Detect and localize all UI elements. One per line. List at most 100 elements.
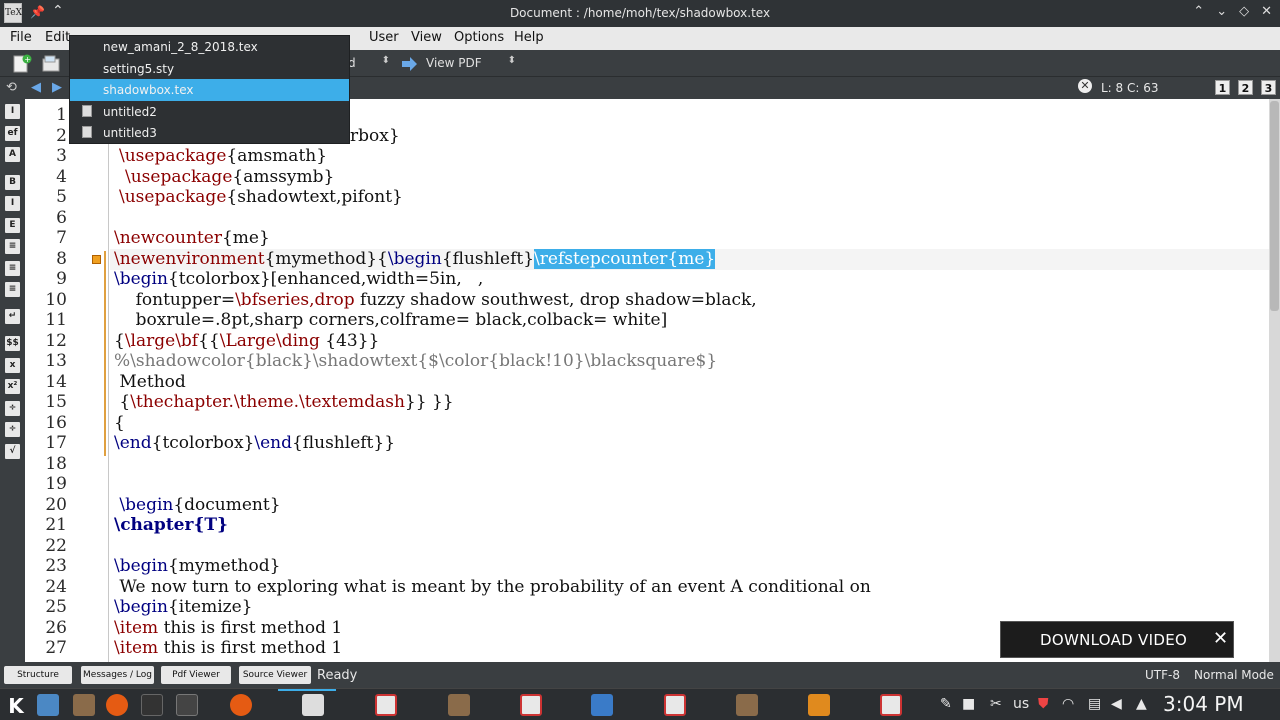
keyboard-layout[interactable]: us	[1013, 696, 1029, 712]
code-line-16: {	[114, 412, 125, 433]
font-size-icon[interactable]: A	[5, 147, 20, 162]
download-video-label[interactable]: DOWNLOAD VIDEO	[1040, 631, 1187, 649]
structure-tab[interactable]: Structure	[4, 666, 72, 684]
view-arrow-icon[interactable]	[399, 54, 419, 74]
document-icon	[82, 104, 92, 117]
map-task-icon[interactable]	[591, 694, 613, 716]
maximize-icon[interactable]: ◇	[1239, 4, 1249, 19]
terminal-icon[interactable]	[141, 694, 163, 716]
menu-help[interactable]: Help	[514, 30, 544, 45]
sqrt-icon[interactable]: √	[5, 444, 20, 459]
view-combo[interactable]: View PDF ⬍	[420, 53, 520, 74]
camera-icon[interactable]: ■	[962, 696, 975, 712]
code-line-12: {\large\bf{{\Large\ding {43}}	[114, 330, 380, 351]
notes-icon[interactable]: ✎	[940, 696, 952, 712]
pdf-task-icon[interactable]	[375, 694, 397, 716]
scrollbar-thumb[interactable]	[1270, 101, 1279, 311]
archive-task-icon[interactable]	[736, 694, 758, 716]
code-editor[interactable]: 1 2 3 4 5 6 7 8 9 10 11 12 13 14 15 16 1…	[25, 99, 1269, 662]
align-left-icon[interactable]: ≡	[5, 239, 20, 254]
ref-icon[interactable]: ef	[5, 126, 20, 141]
encoding-indicator[interactable]: UTF-8	[1145, 668, 1180, 682]
window-icon[interactable]	[176, 694, 198, 716]
back-icon[interactable]: ◀	[31, 80, 41, 95]
menu-user[interactable]: User	[369, 30, 399, 45]
bold-icon[interactable]: B	[5, 175, 20, 190]
shield-icon[interactable]: ⛊	[1038, 696, 1049, 712]
document-item-active[interactable]: shadowbox.tex	[70, 79, 349, 101]
kde-menu-icon[interactable]: K	[5, 694, 27, 718]
superscript-icon[interactable]: x²	[5, 379, 20, 394]
fraction-icon[interactable]: ÷	[5, 401, 20, 416]
line-number: 3	[56, 146, 67, 166]
pdf-task-icon[interactable]	[520, 694, 542, 716]
align-right-icon[interactable]: ≡	[5, 282, 20, 297]
source-viewer-tab[interactable]: Source Viewer	[239, 666, 311, 684]
close-overlay-icon[interactable]: ✕	[1213, 628, 1228, 649]
pane-2-button[interactable]: 2	[1238, 80, 1253, 95]
align-center-icon[interactable]: ≡	[5, 261, 20, 276]
pdf-task-icon[interactable]	[664, 694, 686, 716]
document-item[interactable]: setting5.sty	[70, 58, 349, 80]
line-number: 2	[56, 125, 67, 146]
close-document-icon[interactable]: ✕	[1078, 79, 1092, 93]
italic-icon[interactable]: I	[5, 196, 20, 211]
code-line-21: \chapter{T}	[114, 515, 228, 535]
newline-icon[interactable]: ↵	[5, 309, 20, 324]
document-item[interactable]: untitled2	[70, 101, 349, 123]
code-line-11: boxrule=.8pt,sharp corners,colframe= bla…	[114, 310, 668, 330]
bookmark-icon[interactable]: ⟲	[6, 80, 17, 95]
forward-icon[interactable]: ▶	[52, 80, 62, 95]
line-number: 6	[56, 207, 67, 228]
pane-1-button[interactable]: 1	[1215, 80, 1230, 95]
code-line-10: fontupper=\bfseries,drop fuzzy shadow so…	[114, 289, 757, 310]
new-file-icon[interactable]: +	[12, 54, 32, 74]
firefox-icon[interactable]	[106, 694, 128, 716]
volume-icon[interactable]: ◀	[1111, 696, 1122, 712]
desktop-icon[interactable]	[37, 694, 59, 716]
minimize-icon[interactable]: ⌄	[1216, 4, 1227, 19]
line-marker-icon[interactable]	[92, 255, 101, 264]
file-manager-icon[interactable]	[73, 694, 95, 716]
tray-expand-icon[interactable]: ▲	[1136, 696, 1147, 712]
close-window-icon[interactable]: ✕	[1261, 4, 1272, 19]
line-number: 5	[56, 187, 67, 207]
line-number: 19	[45, 474, 67, 494]
dfrac-icon[interactable]: ÷	[5, 422, 20, 437]
subscript-icon[interactable]: x	[5, 358, 20, 373]
window-titlebar: TeX 📌 ⌃ Document : /home/moh/tex/shadowb…	[0, 0, 1280, 27]
inline-math-icon[interactable]: $$	[5, 336, 20, 351]
wifi-icon[interactable]: ◠	[1062, 696, 1074, 712]
clock[interactable]: 3:04 PM	[1163, 692, 1244, 716]
pdf-task-icon[interactable]	[880, 694, 902, 716]
menu-edit[interactable]: Edit	[45, 30, 70, 45]
line-number: 20	[45, 494, 67, 515]
messages-log-tab[interactable]: Messages / Log	[81, 666, 154, 684]
keep-above-icon[interactable]: ⌃	[1193, 4, 1204, 19]
emph-icon[interactable]: E	[5, 218, 20, 233]
section-icon[interactable]: I	[5, 104, 20, 119]
menu-file[interactable]: File	[10, 30, 32, 45]
download-video-overlay[interactable]: DOWNLOAD VIDEO ✕	[1000, 621, 1234, 658]
archive-task-icon[interactable]	[448, 694, 470, 716]
code-line-20: \begin{document}	[114, 494, 281, 515]
line-number: 23	[45, 556, 67, 576]
editor-mode[interactable]: Normal Mode	[1194, 668, 1274, 682]
line-number: 8	[56, 248, 67, 269]
code-line-3: \usepackage{amsmath}	[119, 146, 328, 166]
document-item[interactable]: new_amani_2_8_2018.tex	[70, 36, 349, 58]
texstudio-task-icon[interactable]	[302, 694, 324, 716]
window-title: Document : /home/moh/tex/shadowbox.tex	[509, 6, 771, 20]
vlc-task-icon[interactable]	[808, 694, 830, 716]
clipboard-icon[interactable]: ▤	[1088, 696, 1101, 712]
pane-3-button[interactable]: 3	[1261, 80, 1276, 95]
menu-options[interactable]: Options	[454, 30, 504, 45]
editor-scrollbar[interactable]	[1269, 99, 1280, 662]
open-file-icon[interactable]	[41, 54, 61, 74]
chevron-updown-icon: ⬍	[381, 55, 390, 66]
firefox-task-icon[interactable]	[230, 694, 252, 716]
document-item[interactable]: untitled3	[70, 122, 349, 144]
menu-view[interactable]: View	[411, 30, 442, 45]
settings-icon[interactable]: ✂	[990, 696, 1002, 712]
pdf-viewer-tab[interactable]: Pdf Viewer	[161, 666, 231, 684]
